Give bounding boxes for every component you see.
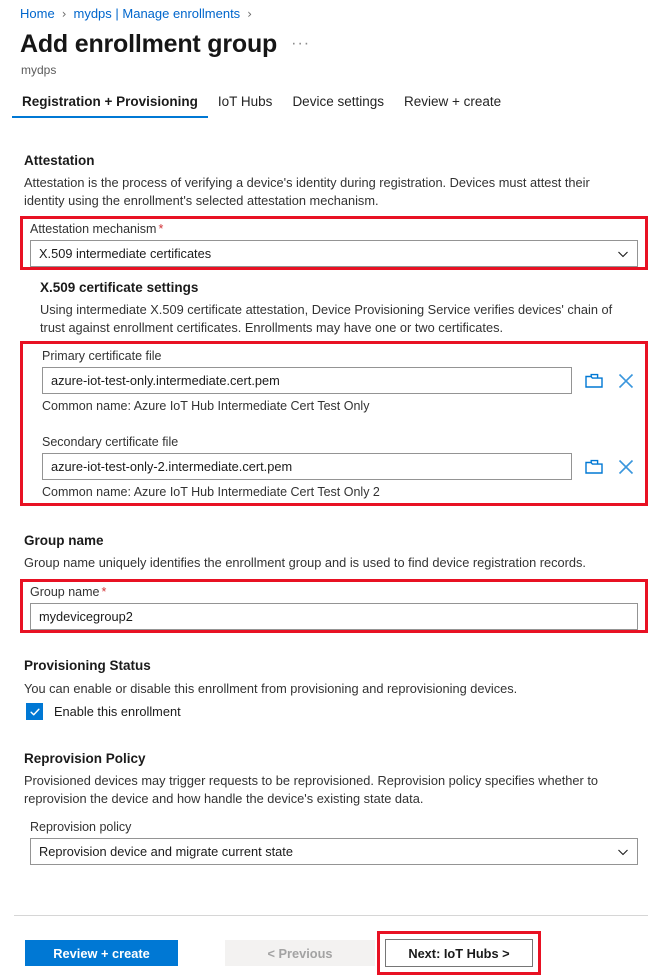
add-enrollment-group-page: Home › mydps | Manage enrollments › Add …	[0, 0, 661, 976]
provisioning-status-description: You can enable or disable this enrollmen…	[24, 681, 518, 696]
tab-review-create[interactable]: Review + create	[394, 94, 511, 118]
reprovision-policy-description: Provisioned devices may trigger requests…	[24, 773, 599, 806]
breadcrumb-separator-icon: ›	[61, 7, 67, 21]
chevron-down-icon	[617, 846, 629, 858]
tab-iot-hubs[interactable]: IoT Hubs	[208, 94, 283, 118]
attestation-heading: Attestation	[24, 153, 95, 168]
required-indicator: *	[158, 222, 164, 236]
group-name-field-label-text: Group name	[30, 585, 100, 599]
breadcrumb-item-manage-enrollments[interactable]: mydps | Manage enrollments	[74, 5, 241, 23]
provisioning-status-heading: Provisioning Status	[24, 658, 151, 673]
secondary-certificate-common-name: Common name: Azure IoT Hub Intermediate …	[42, 485, 380, 499]
x509-description: Using intermediate X.509 certificate att…	[40, 302, 613, 335]
next-iot-hubs-button[interactable]: Next: IoT Hubs >	[385, 939, 533, 967]
breadcrumb-separator-icon: ›	[247, 7, 252, 21]
folder-icon[interactable]	[584, 371, 604, 391]
breadcrumb-item-home[interactable]: Home	[20, 5, 55, 23]
group-name-heading: Group name	[24, 533, 104, 548]
reprovision-policy-heading: Reprovision Policy	[24, 751, 146, 766]
attestation-mechanism-value: X.509 intermediate certificates	[39, 246, 212, 261]
attestation-mechanism-select[interactable]: X.509 intermediate certificates	[30, 240, 638, 267]
group-name-field-label: Group name *	[30, 585, 106, 599]
x509-heading: X.509 certificate settings	[40, 280, 199, 295]
reprovision-policy-select[interactable]: Reprovision device and migrate current s…	[30, 838, 638, 865]
page-subtitle: mydps	[21, 63, 57, 77]
primary-certificate-file-label: Primary certificate file	[42, 349, 162, 363]
primary-certificate-file-value: azure-iot-test-only.intermediate.cert.pe…	[51, 373, 280, 388]
attestation-mechanism-label: Attestation mechanism *	[30, 222, 163, 236]
close-icon[interactable]	[616, 371, 636, 391]
secondary-certificate-file-input[interactable]: azure-iot-test-only-2.intermediate.cert.…	[42, 453, 572, 480]
checkbox-box[interactable]	[26, 703, 43, 720]
folder-icon[interactable]	[584, 457, 604, 477]
secondary-certificate-file-value: azure-iot-test-only-2.intermediate.cert.…	[51, 459, 293, 474]
attestation-mechanism-label-text: Attestation mechanism	[30, 222, 157, 236]
group-name-description: Group name uniquely identifies the enrol…	[24, 555, 586, 570]
previous-button: < Previous	[225, 940, 375, 966]
review-create-button[interactable]: Review + create	[25, 940, 178, 966]
group-name-value: mydevicegroup2	[39, 609, 133, 624]
tab-registration-provisioning[interactable]: Registration + Provisioning	[12, 94, 208, 118]
tab-bar: Registration + Provisioning IoT Hubs Dev…	[12, 94, 511, 118]
secondary-certificate-file-label: Secondary certificate file	[42, 435, 179, 449]
enable-enrollment-checkbox[interactable]: Enable this enrollment	[26, 703, 181, 720]
primary-certificate-file-input[interactable]: azure-iot-test-only.intermediate.cert.pe…	[42, 367, 572, 394]
chevron-down-icon	[617, 248, 629, 260]
breadcrumb: Home › mydps | Manage enrollments ›	[20, 5, 259, 23]
reprovision-policy-label: Reprovision policy	[30, 820, 132, 834]
close-icon[interactable]	[616, 457, 636, 477]
more-options-icon[interactable]: ···	[291, 36, 310, 52]
required-indicator: *	[101, 585, 107, 599]
tab-device-settings[interactable]: Device settings	[282, 94, 394, 118]
attestation-description: Attestation is the process of verifying …	[24, 175, 590, 208]
primary-certificate-common-name: Common name: Azure IoT Hub Intermediate …	[42, 399, 370, 413]
enable-enrollment-label: Enable this enrollment	[54, 704, 181, 719]
page-title-row: Add enrollment group ···	[20, 30, 310, 59]
reprovision-policy-value: Reprovision device and migrate current s…	[39, 844, 293, 859]
highlight-certificate-files	[20, 341, 648, 506]
page-title: Add enrollment group	[20, 30, 278, 58]
group-name-input[interactable]: mydevicegroup2	[30, 603, 638, 630]
footer-divider	[14, 915, 648, 916]
check-icon	[29, 708, 40, 715]
